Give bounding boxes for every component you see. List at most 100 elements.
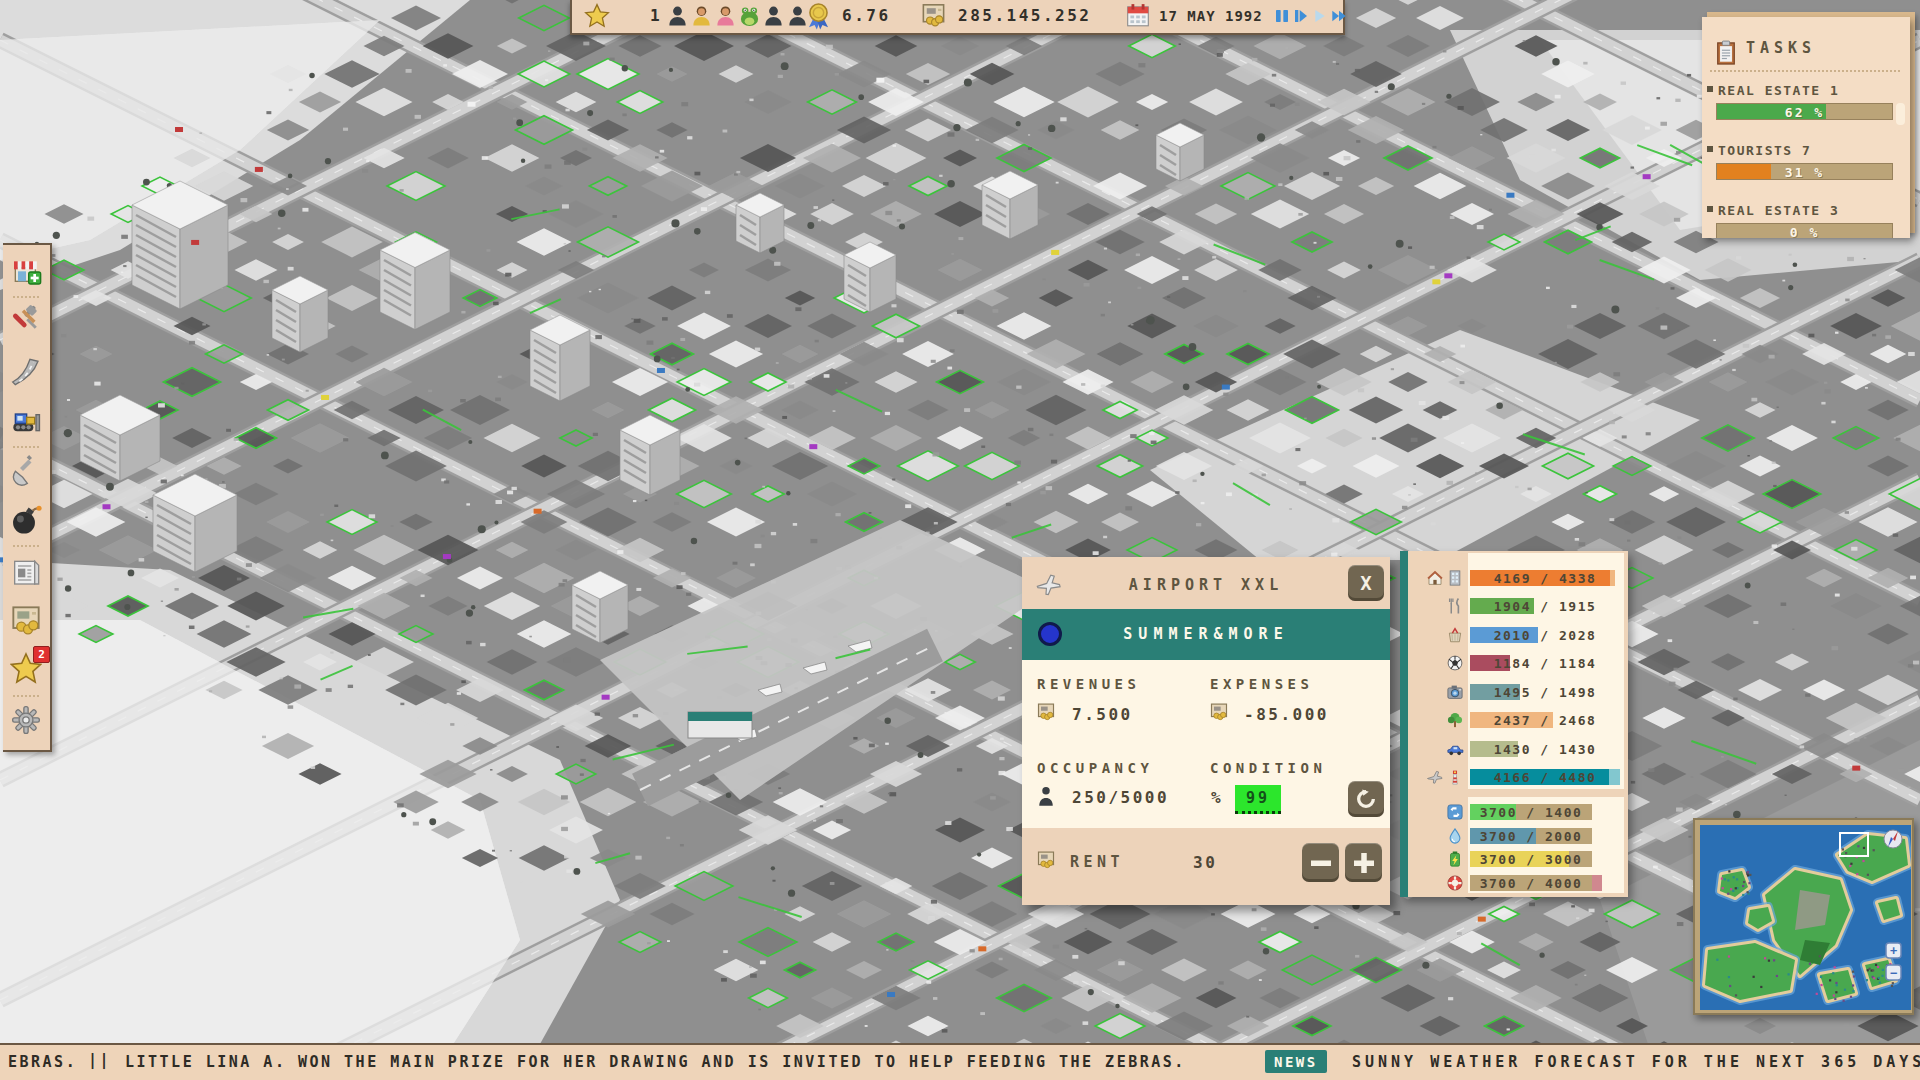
island-stats-panel: 4169 / 4338 1904 / 1915 2010 / 2028 1184… <box>1400 551 1628 897</box>
time-controls <box>1274 0 1350 31</box>
news-badge: NEWS <box>1265 1050 1327 1073</box>
repair-button[interactable] <box>1348 781 1384 817</box>
svg-text:+: + <box>1890 944 1897 958</box>
tool-road[interactable] <box>10 354 42 386</box>
status-bar: 1 6.76 285.145.252 17 MAY 1992 <box>570 0 1345 35</box>
occupancy-value: 250/5000 <box>1072 788 1169 807</box>
tool-finances[interactable] <box>10 604 42 636</box>
lighthouse-icon <box>1446 768 1464 786</box>
stat-bar: 3700 / 2000 <box>1470 828 1592 844</box>
condition-value: 99 <box>1235 785 1281 814</box>
tool-bomb[interactable] <box>10 504 42 536</box>
tourist-male-icon <box>666 3 689 29</box>
tool-settings[interactable] <box>10 704 42 736</box>
money-icon <box>920 0 947 31</box>
revenues-money-icon <box>1035 702 1057 722</box>
stat-icons <box>1408 626 1464 644</box>
tourist-female-tan-icon <box>690 3 713 29</box>
rating-medal-icon <box>805 0 832 31</box>
rent-label: RENT <box>1070 853 1124 871</box>
stat-icons <box>1408 711 1464 729</box>
rescue-icon <box>1446 874 1464 892</box>
stat-icons <box>1408 827 1464 845</box>
stat-value: 3700 / 3000 <box>1470 852 1592 867</box>
expenses-label: EXPENSES <box>1210 676 1313 692</box>
stat-icons <box>1408 803 1464 821</box>
play-button[interactable] <box>1312 6 1328 26</box>
stat-icons <box>1408 874 1464 892</box>
house-icon <box>1426 569 1444 587</box>
task-percent: 31 % <box>1717 165 1892 180</box>
restaurant-icon <box>1446 597 1464 615</box>
stat-icons <box>1408 569 1464 587</box>
expenses-money-icon <box>1208 702 1230 722</box>
minimap[interactable]: +− <box>1693 818 1914 1015</box>
task-percent: 62 % <box>1717 105 1892 120</box>
tasks-scrollbar[interactable] <box>1896 103 1905 125</box>
stat-bar: 3700 / 1400 <box>1470 804 1592 820</box>
tool-newspaper[interactable] <box>10 556 42 588</box>
condition-unit: % <box>1211 788 1223 807</box>
stat-bar: 3700 / 4000 <box>1470 875 1592 891</box>
task-progress-bar: 62 % <box>1716 103 1893 120</box>
condition-label: CONDITION <box>1210 760 1326 776</box>
stat-bar: 3700 / 3000 <box>1470 851 1592 867</box>
expenses-value: -85.000 <box>1244 705 1329 724</box>
tasks-panel: TASKS REAL ESTATE 1 62 % TOURISTS 7 31 %… <box>1702 17 1910 238</box>
shopping-icon <box>1446 626 1464 644</box>
stat-icons <box>1408 683 1464 701</box>
building-icon <box>1446 569 1464 587</box>
stat-bar: 1184 / 1184 <box>1470 655 1620 671</box>
plane-icon <box>1426 768 1444 786</box>
tool-bulldozer[interactable] <box>10 404 42 436</box>
building-dialog: AIRPORT XXL X SUMMER&MORE REVENUES 7.500… <box>1022 557 1390 905</box>
rating-value: 6.76 <box>842 0 891 31</box>
step-button[interactable] <box>1293 6 1309 26</box>
rent-money-icon <box>1035 850 1057 870</box>
stat-value: 2010 / 2028 <box>1470 628 1620 643</box>
svg-text:−: − <box>1890 966 1897 980</box>
revenues-value: 7.500 <box>1072 705 1133 724</box>
company-name: SUMMER&MORE <box>1022 625 1390 643</box>
rent-increase-button[interactable] <box>1345 843 1382 882</box>
rent-decrease-button[interactable] <box>1302 843 1339 882</box>
tool-shovel[interactable] <box>10 454 42 486</box>
stat-value: 3700 / 2000 <box>1470 829 1592 844</box>
calendar-icon <box>1125 0 1151 31</box>
dialog-body: REVENUES 7.500 EXPENSES -85.000 OCCUPANC… <box>1022 660 1390 828</box>
stat-bar: 4169 / 4338 <box>1470 570 1620 586</box>
rent-value: 30 <box>1193 853 1217 872</box>
stat-value: 1495 / 1498 <box>1470 685 1620 700</box>
task-progress-bar: 0 % <box>1716 223 1893 238</box>
tool-shop-build[interactable] <box>10 256 42 288</box>
dialog-header: AIRPORT XXL X <box>1022 557 1390 609</box>
soccer-icon <box>1446 654 1464 672</box>
energy-icon <box>1446 850 1464 868</box>
tool-tools[interactable] <box>10 304 42 336</box>
build-toolbar: 2 <box>3 243 52 752</box>
pause-button[interactable] <box>1274 6 1290 26</box>
task-bullet <box>1707 86 1713 92</box>
fast-forward-button[interactable] <box>1331 6 1347 26</box>
star-icon <box>584 0 610 31</box>
stat-icons <box>1408 850 1464 868</box>
city-map-view[interactable] <box>0 0 1920 1080</box>
task-label: REAL ESTATE 1 <box>1718 83 1839 98</box>
notification-badge: 2 <box>33 646 50 663</box>
stat-bar: 4166 / 4480 <box>1470 769 1620 785</box>
toolbar-divider <box>13 446 39 448</box>
stat-value: 3700 / 1400 <box>1470 805 1592 820</box>
close-button[interactable]: X <box>1348 565 1384 601</box>
tool-star[interactable]: 2 <box>10 652 42 684</box>
stat-value: 2437 / 2468 <box>1470 713 1620 728</box>
occupancy-label: OCCUPANCY <box>1037 760 1153 776</box>
dialog-title: AIRPORT XXL <box>1022 576 1390 594</box>
tasks-divider <box>1710 70 1900 72</box>
clipboard-icon <box>1715 39 1737 67</box>
ticker-separator: || <box>88 1051 111 1069</box>
task-bullet <box>1707 206 1713 212</box>
task-progress-bar: 31 % <box>1716 163 1893 180</box>
stat-icons <box>1408 597 1464 615</box>
date-value: 17 MAY 1992 <box>1159 0 1263 31</box>
stat-bar: 2010 / 2028 <box>1470 627 1620 643</box>
